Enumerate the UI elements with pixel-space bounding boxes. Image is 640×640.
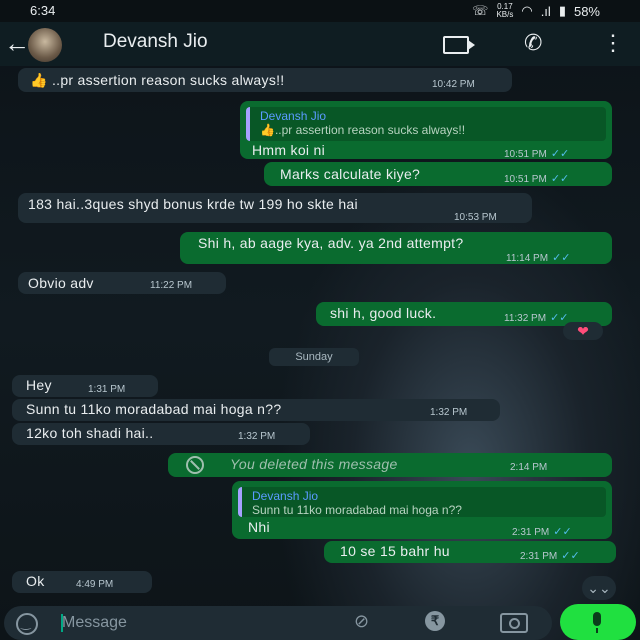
voice-call-icon[interactable]: ✆ [524,30,542,56]
payment-rupee-icon[interactable]: ₹ [425,611,445,631]
reply-message-bubble[interactable]: Devansh Jio Sunn tu 11ko moradabad mai h… [232,481,612,539]
message-bubble[interactable]: 183 hai..3ques shyd bonus krde tw 199 ho… [18,193,532,223]
message-time: 1:31 PM [88,384,126,395]
back-arrow-icon[interactable]: ← [4,28,30,59]
message-time: 10:42 PM [432,79,475,90]
message-text: shi h, good luck. [330,305,437,321]
signal-icon: .ıl [540,3,551,19]
avatar[interactable] [28,28,62,62]
message-text: Ok [26,573,45,589]
voice-record-button[interactable] [560,604,636,640]
message-bubble[interactable]: Sunn tu 11ko moradabad mai hoga n?? 1:32… [12,399,500,421]
emoji-icon[interactable] [16,613,38,635]
message-text: Sunn tu 11ko moradabad mai hoga n?? [26,401,282,417]
date-separator: Sunday [269,348,359,366]
deleted-icon [186,456,204,474]
quoted-message[interactable]: Devansh Jio 👍..pr assertion reason sucks… [246,107,606,141]
read-ticks-icon: ✓✓ [550,148,570,160]
message-text: Nhi [248,519,270,535]
message-bubble[interactable]: Obvio adv 11:22 PM [18,272,226,294]
reply-message-bubble[interactable]: Devansh Jio 👍..pr assertion reason sucks… [240,101,612,160]
read-ticks-icon: ✓✓ [552,252,571,264]
message-time: 1:32 PM [430,407,468,418]
message-time: 4:49 PM [76,579,114,590]
message-time: 2:14 PM [510,462,548,473]
message-time: 11:14 PM ✓✓ [506,252,571,264]
message-text: 10 se 15 bahr hu [340,543,450,559]
scroll-to-bottom-button[interactable]: ⌄⌄ [582,576,616,600]
microphone-icon [593,612,601,633]
message-bubble[interactable]: 10 se 15 bahr hu 2:31 PM ✓✓ [324,541,616,563]
heart-reaction-icon[interactable]: ❤ [563,322,603,340]
chat-header: ← Devansh Jio ✆ ⋮ [0,22,640,66]
contact-name[interactable]: Devansh Jio [103,31,208,53]
message-text: Obvio adv [28,275,94,291]
read-ticks-icon: ✓✓ [561,550,580,562]
quoted-sender: Devansh Jio [252,489,319,503]
message-input-bar[interactable]: Message ⊘ ₹ [4,606,552,640]
message-bubble[interactable]: Hey 1:31 PM [12,375,158,397]
message-text: You deleted this message [230,456,398,472]
message-text: 183 hai..3ques shyd bonus krde tw 199 ho… [28,196,358,212]
message-bubble[interactable]: 👍 ..pr assertion reason sucks always!! 1… [18,68,512,92]
message-time: 11:22 PM [150,280,193,291]
message-input[interactable]: Message [62,614,127,632]
message-text: Hey [26,377,52,393]
message-text: Marks calculate kiye? [280,166,421,182]
attach-icon[interactable]: ⊘ [354,611,369,632]
message-time: 10:51 PM ✓✓ [504,148,570,160]
battery-icon: ▮ [558,3,566,18]
quoted-sender: Devansh Jio [260,109,327,123]
call-status-icon: ☏ [472,3,489,18]
read-ticks-icon: ✓✓ [550,173,570,185]
deleted-message-bubble[interactable]: You deleted this message 2:14 PM [168,453,612,477]
read-ticks-icon: ✓✓ [553,526,572,538]
message-bubble[interactable]: Ok 4:49 PM [12,571,152,593]
status-icons: ☏ 0.17 KB/s ◠ .ıl ▮ 58% [472,3,600,19]
network-speed: 0.17 KB/s [496,2,514,19]
status-bar: 6:34 ☏ 0.17 KB/s ◠ .ıl ▮ 58% [0,0,640,22]
status-time: 6:34 [30,3,56,18]
video-call-icon[interactable] [443,36,475,54]
message-time: 1:32 PM [238,431,276,442]
message-bubble[interactable]: Marks calculate kiye? 10:51 PM ✓✓ [264,162,612,186]
message-time: 11:32 PM ✓✓ [504,312,569,324]
read-ticks-icon: ✓✓ [550,312,569,324]
message-time: 10:53 PM [454,212,497,223]
wifi-icon: ◠ [521,3,533,18]
message-time: 2:31 PM ✓✓ [520,550,580,562]
quoted-text: 👍..pr assertion reason sucks always!! [260,123,466,137]
more-options-icon[interactable]: ⋮ [602,30,624,56]
message-text: Hmm koi ni [252,142,326,158]
message-text: 👍 ..pr assertion reason sucks always!! [30,72,285,88]
message-bubble[interactable]: Shi h, ab aage kya, adv. ya 2nd attempt?… [180,232,612,264]
message-text: 12ko toh shadi hai.. [26,425,154,441]
message-time: 2:31 PM ✓✓ [512,526,572,538]
quoted-text: Sunn tu 11ko moradabad mai hoga n?? [252,503,462,517]
quoted-message[interactable]: Devansh Jio Sunn tu 11ko moradabad mai h… [238,487,606,517]
message-bubble[interactable]: 12ko toh shadi hai.. 1:32 PM [12,423,310,445]
message-time: 10:51 PM ✓✓ [504,173,570,185]
camera-icon[interactable] [500,613,528,633]
message-text: Shi h, ab aage kya, adv. ya 2nd attempt? [198,235,464,251]
battery-percent: 58% [573,3,600,19]
